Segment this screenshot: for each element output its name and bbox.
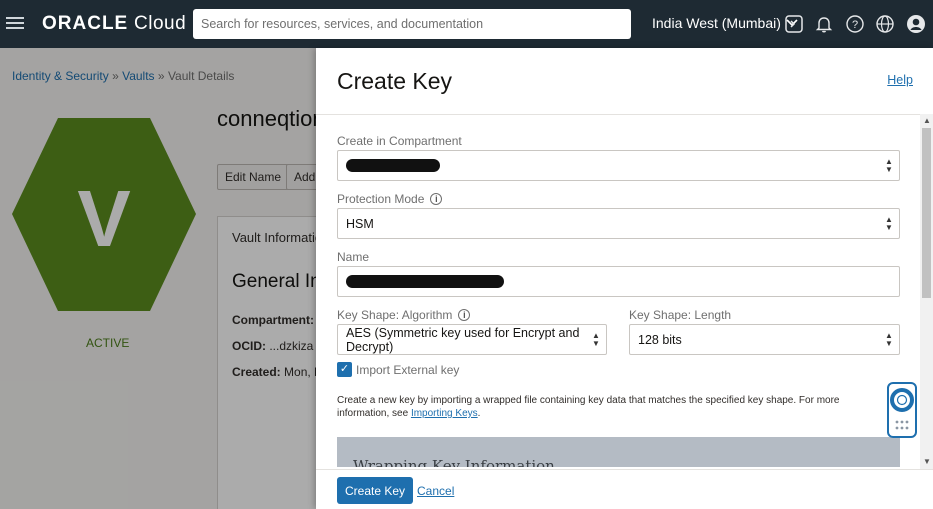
cloud-shell-icon[interactable] bbox=[783, 13, 805, 35]
logo-product: Cloud bbox=[134, 13, 187, 34]
compartment-select[interactable]: ▲ ▼ bbox=[337, 150, 900, 181]
drawer-scrollbar[interactable]: ▲ ▼ bbox=[920, 114, 933, 469]
info-icon[interactable]: i bbox=[458, 309, 471, 321]
import-description: Create a new key by importing a wrapped … bbox=[337, 395, 840, 419]
menu-icon[interactable] bbox=[6, 14, 24, 30]
length-value: 128 bits bbox=[638, 332, 682, 347]
scroll-down-icon[interactable]: ▼ bbox=[923, 457, 931, 466]
algorithm-label-text: Key Shape: Algorithm bbox=[337, 308, 453, 322]
protection-mode-select[interactable]: HSM ▲ ▼ bbox=[337, 208, 900, 239]
info-icon[interactable]: i bbox=[430, 193, 443, 205]
protection-mode-value: HSM bbox=[346, 216, 374, 231]
region-selector[interactable]: India West (Mumbai) bbox=[652, 15, 798, 31]
compartment-label: Create in Compartment bbox=[337, 134, 462, 148]
algorithm-label: Key Shape: Algorithm i bbox=[337, 308, 471, 322]
cancel-link[interactable]: Cancel bbox=[417, 484, 454, 498]
user-profile-icon[interactable] bbox=[905, 13, 927, 35]
select-arrows-icon: ▲ ▼ bbox=[885, 331, 893, 348]
import-external-key-checkbox[interactable]: ✓ bbox=[337, 362, 352, 377]
name-label-text: Name bbox=[337, 250, 370, 264]
search-input[interactable]: Search for resources, services, and docu… bbox=[193, 9, 631, 39]
logo-brand: ORACLE bbox=[42, 13, 129, 34]
length-label: Key Shape: Length bbox=[629, 308, 731, 322]
globe-icon[interactable] bbox=[874, 13, 896, 35]
importing-keys-link[interactable]: Importing Keys bbox=[411, 408, 478, 419]
top-navigation-bar: ORACLE Cloud Search for resources, servi… bbox=[0, 0, 933, 48]
length-select[interactable]: 128 bits ▲ ▼ bbox=[629, 324, 900, 355]
help-widget[interactable] bbox=[887, 382, 917, 438]
name-input[interactable] bbox=[337, 266, 900, 297]
scroll-up-icon[interactable]: ▲ bbox=[923, 116, 931, 125]
lifebuoy-icon bbox=[890, 388, 914, 412]
create-key-button[interactable]: Create Key bbox=[337, 477, 414, 504]
algorithm-value: AES (Symmetric key used for Encrypt and … bbox=[346, 325, 580, 354]
select-arrows-icon: ▲ ▼ bbox=[885, 157, 893, 174]
name-label: Name bbox=[337, 250, 369, 264]
compartment-label-text: Create in Compartment bbox=[337, 134, 462, 148]
redacted-name bbox=[346, 275, 504, 288]
protection-mode-label: Protection Mode i bbox=[337, 192, 443, 206]
region-label: India West (Mumbai) bbox=[652, 15, 781, 31]
select-arrows-icon: ▲ ▼ bbox=[885, 215, 893, 232]
wrapping-key-section: Wrapping Key Information bbox=[337, 437, 900, 467]
wrapping-key-title: Wrapping Key Information bbox=[353, 457, 555, 467]
redacted-compartment bbox=[346, 159, 440, 172]
bell-icon[interactable] bbox=[813, 13, 835, 35]
scroll-thumb[interactable] bbox=[922, 128, 931, 298]
help-icon[interactable]: ? bbox=[844, 13, 866, 35]
help-link[interactable]: Help bbox=[887, 73, 913, 87]
drag-handle-icon[interactable] bbox=[894, 419, 910, 431]
drawer-title: Create Key bbox=[337, 68, 453, 94]
create-key-drawer: Create Key Help Create in Compartment ▲ ▼… bbox=[316, 48, 933, 509]
modal-overlay[interactable] bbox=[0, 48, 316, 509]
svg-text:?: ? bbox=[852, 19, 858, 31]
algorithm-select[interactable]: AES (Symmetric key used for Encrypt and … bbox=[337, 324, 607, 355]
length-label-text: Key Shape: Length bbox=[629, 308, 732, 322]
search-placeholder: Search for resources, services, and docu… bbox=[201, 17, 484, 31]
select-arrows-icon: ▲ ▼ bbox=[592, 331, 600, 348]
oracle-cloud-logo[interactable]: ORACLE Cloud bbox=[42, 13, 186, 35]
import-external-key-label: Import External key bbox=[356, 363, 460, 377]
drawer-footer: Create Key Cancel bbox=[316, 469, 933, 509]
protection-mode-label-text: Protection Mode bbox=[337, 192, 425, 206]
